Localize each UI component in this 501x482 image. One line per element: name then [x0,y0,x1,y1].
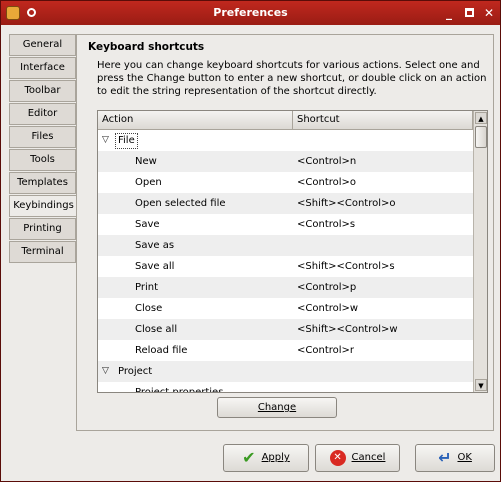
shortcut-cell: <Shift><Control>o [297,198,396,209]
shortcut-cell: <Control>o [297,177,357,188]
action-cell: Save as [135,240,175,251]
column-header-shortcut[interactable]: Shortcut [293,111,473,130]
scrollbar-thumb[interactable] [475,126,487,148]
change-button-label: Change [257,402,297,413]
ok-arrow-icon: ↵ [438,448,452,467]
tab-toolbar[interactable]: Toolbar [9,80,76,102]
minimize-icon[interactable]: _ [441,5,457,21]
group-label: File [115,133,138,149]
scroll-up-icon[interactable]: ▲ [475,112,487,124]
group-label: Project [118,366,153,377]
tree-row[interactable]: Save all <Shift><Control>s [98,256,473,277]
window-title: Preferences [213,6,288,19]
action-cell: Close [135,303,163,314]
action-cell: Close all [135,324,178,335]
tab-keybindings[interactable]: Keybindings [9,195,77,217]
tab-printing[interactable]: Printing [9,218,76,240]
cancel-button-label: Cancel [351,452,386,463]
tab-terminal[interactable]: Terminal [9,241,76,263]
tree-row[interactable]: Save as [98,235,473,256]
tab-tools[interactable]: Tools [9,149,76,171]
tree-row[interactable]: Print <Control>p [98,277,473,298]
expander-icon[interactable]: ▽ [102,361,109,382]
cancel-icon: ✕ [329,450,346,466]
shortcut-cell: <Control>p [297,282,357,293]
action-cell: Reload file [135,345,188,356]
maximize-icon[interactable] [461,5,477,21]
shortcut-cell: <Shift><Control>s [297,261,395,272]
tree-row[interactable]: Close all <Shift><Control>w [98,319,473,340]
tab-interface[interactable]: Interface [9,57,76,79]
tree-row[interactable]: Open <Control>o [98,172,473,193]
tree-header: Action Shortcut [98,111,473,130]
close-icon[interactable]: ✕ [481,5,497,21]
section-description: Here you can change keyboard shortcuts f… [97,60,487,97]
action-cell: Project properties [135,387,224,393]
title-bar[interactable]: Preferences _ ✕ [1,1,500,25]
tree-row[interactable]: Project properties [98,382,473,393]
action-cell: Print [135,282,159,293]
column-header-action[interactable]: Action [98,111,293,130]
action-cell: New [135,156,157,167]
shortcut-cell: <Shift><Control>w [297,324,398,335]
keybindings-panel: Keyboard shortcuts Here you can change k… [76,34,494,431]
tab-files[interactable]: Files [9,126,76,148]
shortcut-cell: <Control>n [297,156,357,167]
tab-templates[interactable]: Templates [9,172,76,194]
shortcuts-tree[interactable]: Action Shortcut ▽ File New <Control>n Op… [97,110,488,393]
tree-row[interactable]: Open selected file <Shift><Control>o [98,193,473,214]
tree-row[interactable]: Save <Control>s [98,214,473,235]
action-cell: Open [135,177,162,188]
tree-group-row[interactable]: ▽ File [98,130,473,151]
expander-icon[interactable]: ▽ [102,130,109,151]
change-button[interactable]: Change [217,397,337,418]
tree-row[interactable]: Close <Control>w [98,298,473,319]
scroll-down-icon[interactable]: ▼ [475,379,487,391]
apply-button-label: Apply [261,452,290,463]
ok-button[interactable]: ↵ OK [415,444,495,472]
check-icon: ✔ [242,448,256,467]
cancel-button[interactable]: ✕ Cancel [315,444,400,472]
tab-editor[interactable]: Editor [9,103,76,125]
vertical-scrollbar[interactable]: ▲ ▼ [473,111,487,392]
tree-group-row[interactable]: ▽ Project [98,361,473,382]
tab-general[interactable]: General [9,34,76,56]
ok-button-label: OK [457,452,472,463]
shortcut-cell: <Control>w [297,303,359,314]
action-cell: Save all [135,261,175,272]
preferences-window: Preferences _ ✕ General Interface Toolba… [0,0,501,482]
action-cell: Save [135,219,160,230]
shortcut-cell: <Control>s [297,219,356,230]
action-cell: Open selected file [135,198,226,209]
apply-button[interactable]: ✔ Apply [223,444,309,472]
section-title: Keyboard shortcuts [88,41,205,53]
tree-row[interactable]: New <Control>n [98,151,473,172]
tree-row[interactable]: Reload file <Control>r [98,340,473,361]
shortcut-cell: <Control>r [297,345,355,356]
